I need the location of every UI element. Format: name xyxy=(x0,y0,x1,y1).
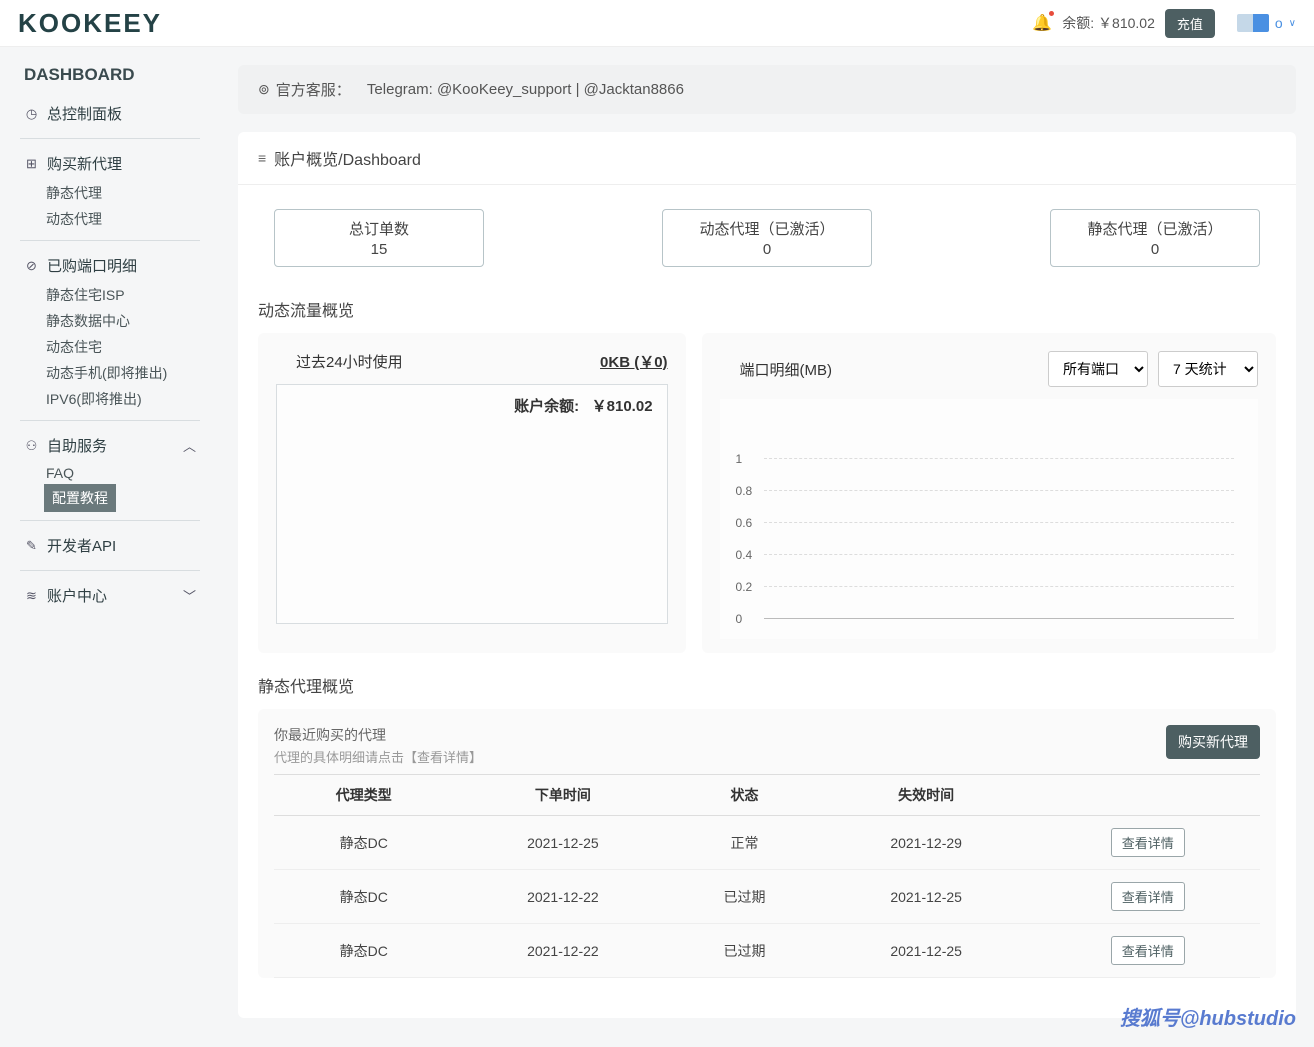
table-header xyxy=(1035,775,1260,816)
stat-dynamic: 动态代理（已激活） 0 xyxy=(662,209,872,267)
traffic-title: 动态流量概览 xyxy=(238,277,1296,333)
sidebar-item-buy[interactable]: ⊞ 购买新代理 xyxy=(20,147,200,180)
table-header: 代理类型 xyxy=(274,775,454,816)
recent-hint: 代理的具体明细请点击【查看详情】 xyxy=(274,747,482,766)
stat-static: 静态代理（已激活） 0 xyxy=(1050,209,1260,267)
sidebar-sub-isp[interactable]: 静态住宅ISP xyxy=(20,282,200,308)
days-select[interactable]: 7 天统计 xyxy=(1158,351,1258,387)
balance-label: 余额: ￥810.02 xyxy=(1062,13,1155,33)
support-banner: ⊚ 官方客服： Telegram: @KooKeey_support | @Ja… xyxy=(238,65,1296,114)
chart-tick: 0.2 xyxy=(736,580,753,594)
chevron-up-icon: ︿ xyxy=(183,436,196,455)
port-card: 端口明细(MB) 所有端口 7 天统计 0 0.2 0.4 0.6 0.8 1 xyxy=(702,333,1276,653)
card-balance: ￥810.02 xyxy=(592,398,653,415)
chevron-down-icon: ∨ xyxy=(1289,18,1296,29)
sidebar-item-dashboard[interactable]: ◷ 总控制面板 xyxy=(20,97,200,130)
usage-label: 过去24小时使用 xyxy=(276,351,403,372)
layers-icon: ≋ xyxy=(24,588,39,604)
menu-icon: ≡ xyxy=(258,150,266,166)
chart-area: 00.20.40.60.81 xyxy=(734,439,1244,619)
sidebar-sub-dyn-mobile[interactable]: 动态手机(即将推出) xyxy=(20,360,200,386)
check-icon: ⊘ xyxy=(24,258,39,274)
sidebar: DASHBOARD ◷ 总控制面板 ⊞ 购买新代理 静态代理 动态代理 ⊘ 已购… xyxy=(0,47,220,1018)
detail-button[interactable]: 查看详情 xyxy=(1111,882,1185,911)
chevron-down-icon: ﹀ xyxy=(183,586,196,605)
buy-proxy-button[interactable]: 购买新代理 xyxy=(1166,725,1260,759)
detail-button[interactable]: 查看详情 xyxy=(1111,936,1185,965)
message-icon: ⊞ xyxy=(24,156,39,172)
port-label: 端口明细(MB) xyxy=(720,359,833,380)
balance-value: ￥810.02 xyxy=(1098,15,1155,31)
usage-card: 过去24小时使用 0KB (￥0) 账户余额: ￥810.02 xyxy=(258,333,686,653)
sidebar-item-ports[interactable]: ⊘ 已购端口明细 xyxy=(20,249,200,282)
sidebar-item-api[interactable]: ✎ 开发者API xyxy=(20,529,200,562)
stat-orders: 总订单数 15 xyxy=(274,209,484,267)
sidebar-sub-dc[interactable]: 静态数据中心 xyxy=(20,308,200,334)
table-row: 静态DC2021-12-22已过期2021-12-25查看详情 xyxy=(274,870,1260,924)
sidebar-item-self-service[interactable]: ⚇ 自助服务 ︿ xyxy=(20,429,200,462)
sidebar-sub-dyn-res[interactable]: 动态住宅 xyxy=(20,334,200,360)
table-header: 下单时间 xyxy=(454,775,673,816)
user-icon: ⚇ xyxy=(24,438,39,454)
logo: KOOKEEY xyxy=(18,8,162,39)
panel-title: ≡ 账户概览/Dashboard xyxy=(238,132,1296,185)
clock-icon: ◷ xyxy=(24,106,39,122)
sidebar-sub-dynamic-proxy[interactable]: 动态代理 xyxy=(20,206,200,232)
sidebar-sub-faq[interactable]: FAQ xyxy=(20,462,200,484)
chart-tick: 0 xyxy=(736,612,743,626)
topbar: KOOKEEY 🔔 余额: ￥810.02 充值 o ∨ xyxy=(0,0,1314,47)
sidebar-item-account[interactable]: ≋ 账户中心 ﹀ xyxy=(20,579,200,612)
chart-tick: 0.4 xyxy=(736,548,753,562)
usage-body: 账户余额: ￥810.02 xyxy=(276,384,668,624)
chart-tick: 1 xyxy=(736,452,743,466)
recent-title: 你最近购买的代理 xyxy=(274,725,482,745)
topbar-right: 🔔 余额: ￥810.02 充值 o ∨ xyxy=(1032,9,1296,38)
table-row: 静态DC2021-12-25正常2021-12-29查看详情 xyxy=(274,816,1260,870)
table-header: 失效时间 xyxy=(817,775,1036,816)
port-chart: 0 0.2 0.4 0.6 0.8 1 xyxy=(720,399,1258,639)
table-row: 静态DC2021-12-22已过期2021-12-25查看详情 xyxy=(274,924,1260,978)
bell-icon[interactable]: 🔔 xyxy=(1032,13,1052,33)
proxy-table: 代理类型下单时间状态失效时间 静态DC2021-12-25正常2021-12-2… xyxy=(274,774,1260,978)
stat-row: 总订单数 15 动态代理（已激活） 0 静态代理（已激活） 0 xyxy=(238,185,1296,277)
usage-value[interactable]: 0KB (￥0) xyxy=(600,351,668,372)
sidebar-heading: DASHBOARD xyxy=(0,65,220,89)
sidebar-sub-config-tutorial[interactable]: 配置教程 xyxy=(44,484,116,512)
detail-button[interactable]: 查看详情 xyxy=(1111,828,1185,857)
proxy-table-section: 你最近购买的代理 代理的具体明细请点击【查看详情】 购买新代理 代理类型下单时间… xyxy=(258,709,1276,978)
support-contacts: Telegram: @KooKeey_support | @Jacktan886… xyxy=(367,81,684,98)
username: o xyxy=(1275,15,1283,31)
edit-icon: ✎ xyxy=(24,538,39,554)
main: ⊚ 官方客服： Telegram: @KooKeey_support | @Ja… xyxy=(220,47,1314,1018)
user-menu[interactable]: o ∨ xyxy=(1237,14,1296,32)
dashboard-panel: ≡ 账户概览/Dashboard 总订单数 15 动态代理（已激活） 0 静态代… xyxy=(238,132,1296,1018)
avatar-icon xyxy=(1237,14,1269,32)
table-header: 状态 xyxy=(672,775,817,816)
port-select[interactable]: 所有端口 xyxy=(1048,351,1148,387)
chart-tick: 0.6 xyxy=(736,516,753,530)
chart-tick: 0.8 xyxy=(736,484,753,498)
static-title: 静态代理概览 xyxy=(238,653,1296,709)
headset-icon: ⊚ xyxy=(258,81,270,98)
recharge-button[interactable]: 充值 xyxy=(1165,9,1215,38)
sidebar-sub-static-proxy[interactable]: 静态代理 xyxy=(20,180,200,206)
sidebar-sub-ipv6[interactable]: IPV6(即将推出) xyxy=(20,386,200,412)
